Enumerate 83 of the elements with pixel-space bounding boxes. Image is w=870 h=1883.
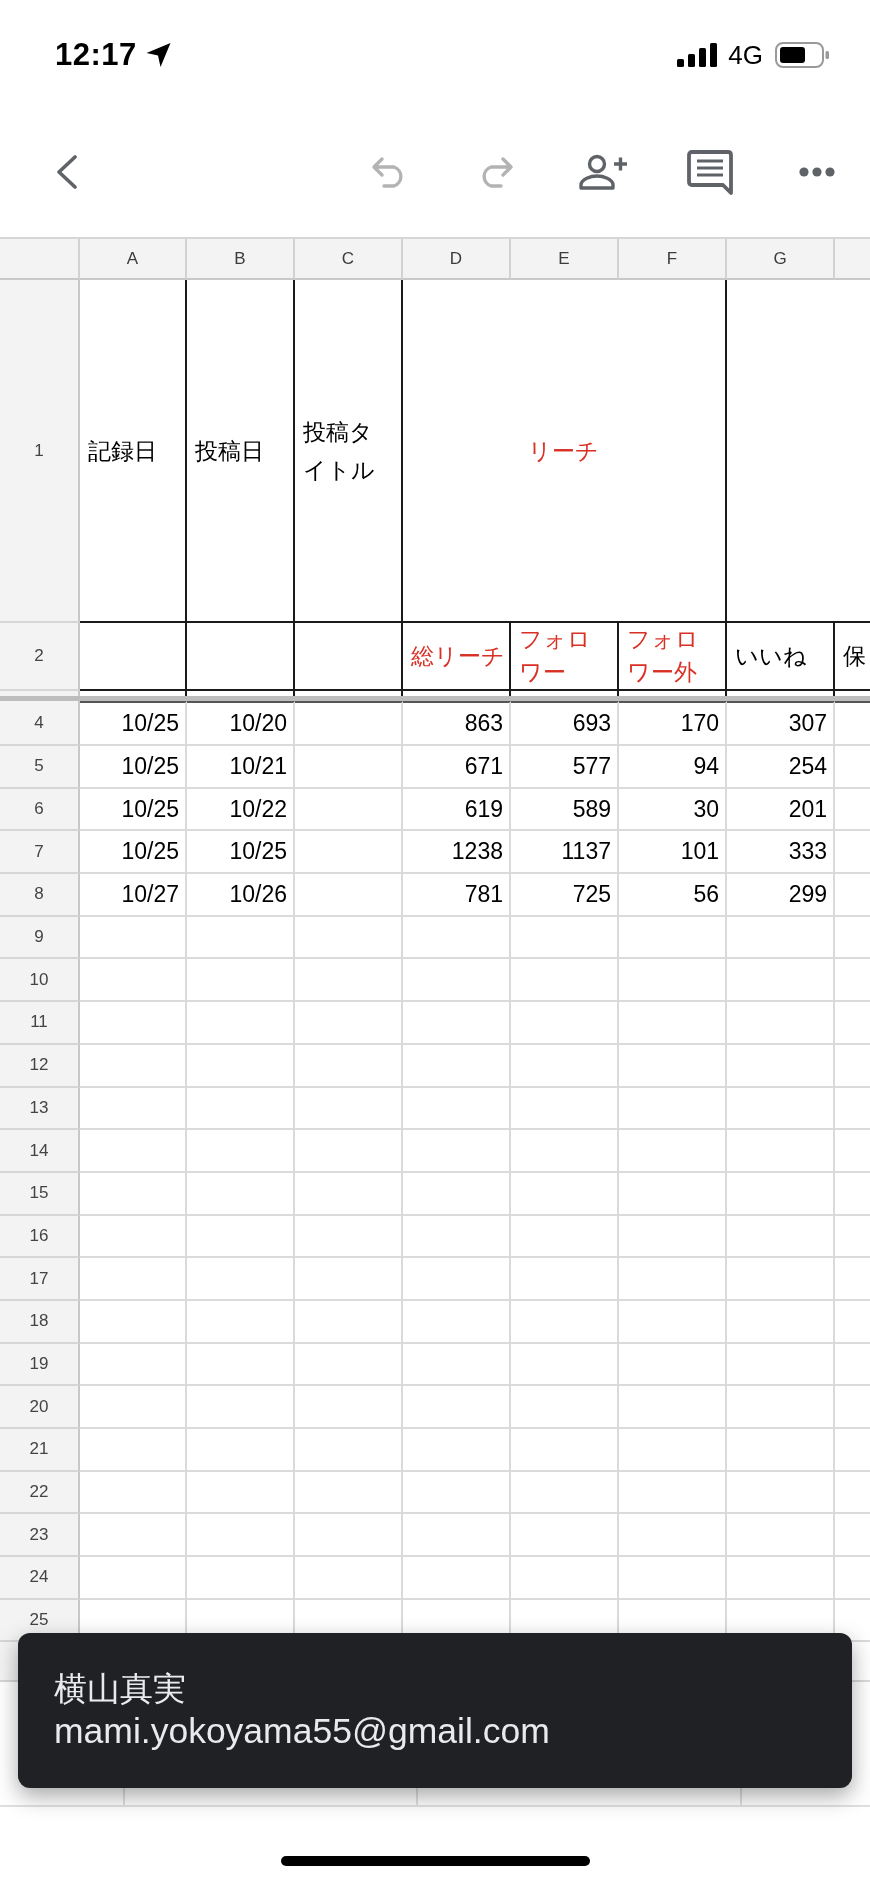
table-cell: 10/20 [187, 701, 295, 746]
table-cell: 577 [511, 746, 619, 789]
table-cell: 589 [511, 788, 619, 832]
person-plus-icon [578, 153, 628, 190]
table-cell: 781 [403, 874, 511, 917]
table-cell: 299 [727, 874, 835, 917]
row-header[interactable]: 2 [0, 623, 80, 691]
table-cell: リーチ [403, 280, 727, 623]
column-header[interactable]: C [295, 239, 403, 280]
more-icon [799, 166, 835, 177]
table-cell: フォロワー [511, 623, 619, 691]
row-header[interactable]: 24 [0, 1557, 80, 1600]
table-cell: 投稿日 [187, 280, 295, 623]
table-cell: 10/25 [80, 831, 187, 875]
row-header[interactable]: 20 [0, 1386, 80, 1429]
table-cell: 10/22 [187, 788, 295, 832]
table-cell: いいね [727, 623, 835, 691]
table-cell: 1238 [403, 831, 511, 875]
table-cell: 333 [727, 831, 835, 875]
table-cell: 10/25 [80, 701, 187, 746]
table-cell: 619 [403, 788, 511, 832]
table-cell: 94 [619, 746, 727, 789]
status-time: 12:17 [55, 37, 137, 73]
table-cell: 307 [727, 701, 835, 746]
speech-bubble-icon [687, 148, 733, 195]
table-cell: 693 [511, 701, 619, 746]
row-header[interactable]: 5 [0, 746, 80, 789]
table-cell: 10/27 [80, 874, 187, 917]
row-header[interactable]: 11 [0, 1002, 80, 1045]
row-header[interactable]: 23 [0, 1514, 80, 1558]
column-header[interactable]: D [403, 239, 511, 280]
table-cell: 254 [727, 746, 835, 789]
row-header[interactable]: 1 [0, 280, 80, 623]
row-header[interactable]: 21 [0, 1429, 80, 1472]
table-cell: 671 [403, 746, 511, 789]
column-header[interactable]: E [511, 239, 619, 280]
table-cell [835, 701, 870, 746]
column-header[interactable]: B [187, 239, 295, 280]
table-cell: 201 [727, 788, 835, 832]
column-header[interactable]: F [619, 239, 727, 280]
row-header[interactable]: 6 [0, 788, 80, 832]
column-header[interactable]: G [727, 239, 835, 280]
row-header[interactable]: 16 [0, 1215, 80, 1259]
row-header[interactable]: 8 [0, 874, 80, 917]
table-cell: 総リーチ [403, 623, 511, 691]
account-name: 横山真実 [54, 1669, 186, 1709]
column-header[interactable]: A [80, 239, 187, 280]
battery-icon [775, 42, 829, 68]
select-all-corner[interactable] [0, 239, 80, 280]
table-cell: 10/25 [80, 746, 187, 789]
row-header[interactable]: 19 [0, 1343, 80, 1387]
table-cell: 725 [511, 874, 619, 917]
table-cell: 10/21 [187, 746, 295, 789]
table-cell: 1137 [511, 831, 619, 875]
chevron-left-icon [56, 154, 78, 189]
row-header[interactable]: 22 [0, 1471, 80, 1515]
network-type: 4G [728, 39, 763, 71]
signal-icon [677, 43, 718, 67]
account-email: mami.yokoyama55@gmail.com [54, 1710, 550, 1752]
row-header[interactable]: 17 [0, 1258, 80, 1301]
table-cell: 30 [619, 788, 727, 832]
row-header[interactable]: 9 [0, 916, 80, 960]
column-header[interactable] [835, 239, 870, 280]
table-cell: フォロワー外 [619, 623, 727, 691]
row-header[interactable]: 14 [0, 1130, 80, 1173]
table-cell: 保 [835, 623, 870, 691]
row-header[interactable]: 10 [0, 959, 80, 1003]
table-cell: 170 [619, 701, 727, 746]
row-header[interactable]: 12 [0, 1044, 80, 1088]
table-cell: 56 [619, 874, 727, 917]
table-cell: 投稿タイトル [295, 280, 403, 623]
table-cell: 863 [403, 701, 511, 746]
row-header[interactable] [0, 691, 80, 696]
table-cell: 101 [619, 831, 727, 875]
row-header[interactable]: 18 [0, 1300, 80, 1344]
row-header[interactable]: 4 [0, 701, 80, 746]
table-cell: 10/25 [187, 831, 295, 875]
table-cell: 記録日 [80, 280, 187, 623]
table-cell: 10/25 [80, 788, 187, 832]
row-header[interactable]: 13 [0, 1087, 80, 1131]
row-header[interactable]: 15 [0, 1172, 80, 1216]
table-cell: 10/26 [187, 874, 295, 917]
row-header[interactable]: 7 [0, 831, 80, 875]
